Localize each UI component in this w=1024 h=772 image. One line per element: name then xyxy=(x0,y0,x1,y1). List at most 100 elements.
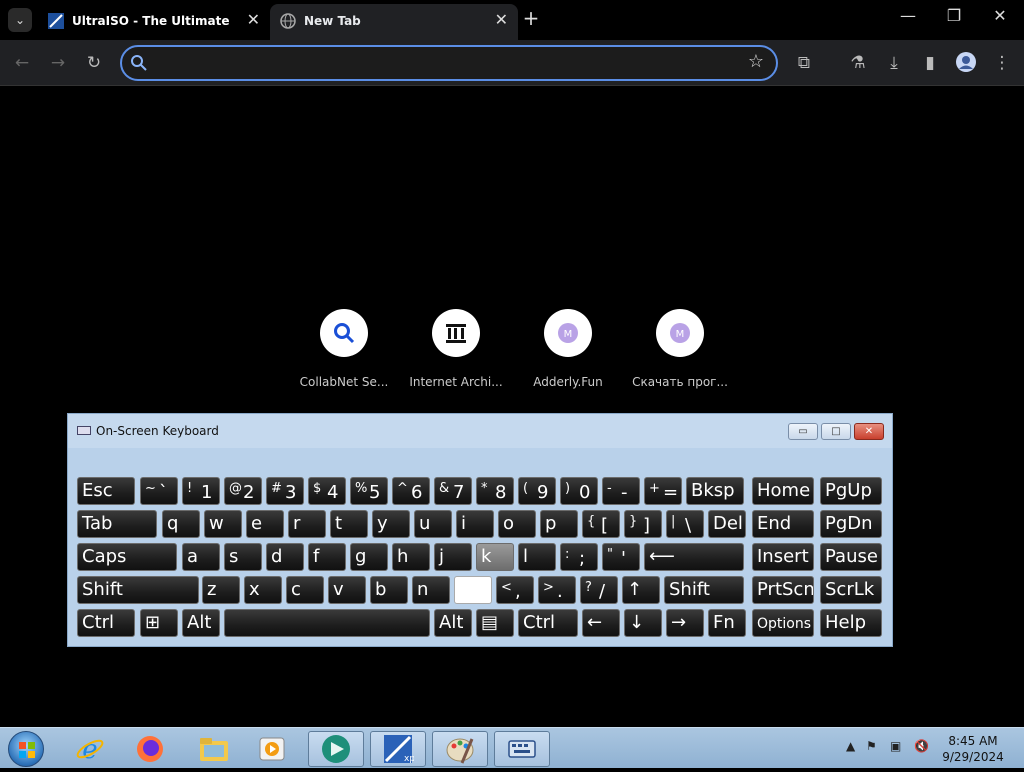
key-a[interactable]: a xyxy=(182,543,220,571)
key-x[interactable]: x xyxy=(244,576,282,604)
close-icon[interactable]: ✕ xyxy=(247,10,260,29)
key-[interactable]: ▤ xyxy=(476,609,514,637)
key-6[interactable]: ^ 6 xyxy=(392,477,430,505)
key-bksp[interactable]: Bksp xyxy=(686,477,744,505)
key-d[interactable]: d xyxy=(266,543,304,571)
menu-icon[interactable]: ⋮ xyxy=(990,51,1014,75)
paint-icon[interactable] xyxy=(432,731,488,767)
key-n[interactable]: n xyxy=(412,576,450,604)
minimize-button[interactable]: — xyxy=(888,6,928,25)
key-4[interactable]: $4 xyxy=(308,477,346,505)
key-esc[interactable]: Esc xyxy=(77,477,135,505)
key-l[interactable]: l xyxy=(518,543,556,571)
download-icon[interactable]: ⤓ xyxy=(882,51,906,75)
flag-icon[interactable]: ⚑ xyxy=(866,739,877,753)
key-f[interactable]: f xyxy=(308,543,346,571)
key-[interactable]: ↓ xyxy=(624,609,662,637)
key-options[interactable]: Options xyxy=(752,609,814,637)
key-pgdn[interactable]: PgDn xyxy=(820,510,882,538)
key-[interactable]: }] xyxy=(624,510,662,538)
key-[interactable]: → xyxy=(666,609,704,637)
key-shift[interactable]: Shift xyxy=(77,576,199,604)
shortcut-internet-archive[interactable]: Internet Archi... xyxy=(400,309,512,389)
close-window-button[interactable]: ✕ xyxy=(980,6,1020,25)
key-s[interactable]: s xyxy=(224,543,262,571)
app-icon[interactable] xyxy=(308,731,364,767)
forward-icon[interactable]: → xyxy=(46,51,70,75)
key-[interactable]: ~ ` xyxy=(140,477,178,505)
ie-icon[interactable]: e xyxy=(62,731,118,767)
key-v[interactable]: v xyxy=(328,576,366,604)
tab-search-button[interactable]: ⌄ xyxy=(8,8,32,32)
key-scrlk[interactable]: ScrLk xyxy=(820,576,882,604)
key-2[interactable]: @2 xyxy=(224,477,262,505)
key-space[interactable] xyxy=(224,609,430,637)
start-button[interactable] xyxy=(8,731,44,767)
clock[interactable]: 8:45 AM 9/29/2024 xyxy=(940,733,1006,765)
key-fn[interactable]: Fn xyxy=(708,609,746,637)
key-caps[interactable]: Caps xyxy=(77,543,177,571)
key-tab[interactable]: Tab xyxy=(77,510,157,538)
key-1[interactable]: ! 1 xyxy=(182,477,220,505)
key-q[interactable]: q xyxy=(162,510,200,538)
labs-icon[interactable]: ⚗ xyxy=(846,51,870,75)
sidepanel-icon[interactable]: ▮ xyxy=(918,51,942,75)
key-z[interactable]: z xyxy=(202,576,240,604)
key-[interactable]: -- xyxy=(602,477,640,505)
key-5[interactable]: % 5 xyxy=(350,477,388,505)
key-[interactable]: {[ xyxy=(582,510,620,538)
key-insert[interactable]: Insert xyxy=(752,543,814,571)
osk-close-button[interactable]: ✕ xyxy=(854,423,884,440)
key-y[interactable]: y xyxy=(372,510,410,538)
osk-titlebar[interactable]: On-Screen Keyboard ▭ □ ✕ xyxy=(68,414,892,448)
key-ctrl[interactable]: Ctrl xyxy=(77,609,135,637)
key-7[interactable]: & 7 xyxy=(434,477,472,505)
key-9[interactable]: (9 xyxy=(518,477,556,505)
vmware-icon[interactable]: xp xyxy=(370,731,426,767)
key-home[interactable]: Home xyxy=(752,477,814,505)
close-icon[interactable]: ✕ xyxy=(495,10,508,29)
profile-icon[interactable] xyxy=(954,51,978,75)
key-[interactable]: | \ xyxy=(666,510,704,538)
volume-muted-icon[interactable]: 🔇 xyxy=(914,739,929,753)
key-[interactable]: :; xyxy=(560,543,598,571)
key-k[interactable]: k xyxy=(476,543,514,571)
back-icon[interactable]: ← xyxy=(10,51,34,75)
keyboard-icon[interactable] xyxy=(494,731,550,767)
key-prtscn[interactable]: PrtScn xyxy=(752,576,814,604)
tab-ultraiso[interactable]: UltraISO - The Ultimate ISO CD ✕ xyxy=(38,4,270,40)
key-pgup[interactable]: PgUp xyxy=(820,477,882,505)
key-e[interactable]: e xyxy=(246,510,284,538)
shortcut-adderly[interactable]: M Adderly.Fun xyxy=(512,309,624,389)
star-icon[interactable]: ☆ xyxy=(748,51,764,72)
key-end[interactable]: End xyxy=(752,510,814,538)
key-j[interactable]: j xyxy=(434,543,472,571)
key-[interactable]: ? / xyxy=(580,576,618,604)
key-space[interactable] xyxy=(454,576,492,604)
key-g[interactable]: g xyxy=(350,543,388,571)
show-hidden-icons-icon[interactable]: ▲ xyxy=(846,739,855,753)
key-p[interactable]: p xyxy=(540,510,578,538)
key-r[interactable]: r xyxy=(288,510,326,538)
key-[interactable]: >. xyxy=(538,576,576,604)
shortcut-download[interactable]: M Скачать прог... xyxy=(624,309,736,389)
osk-maximize-button[interactable]: □ xyxy=(821,423,851,440)
key-pause[interactable]: Pause xyxy=(820,543,882,571)
key-[interactable]: ↑ xyxy=(622,576,660,604)
key-alt[interactable]: Alt xyxy=(182,609,220,637)
key-[interactable]: ⊞ xyxy=(140,609,178,637)
key-[interactable]: ⟵ xyxy=(644,543,744,571)
key-w[interactable]: w xyxy=(204,510,242,538)
network-icon[interactable]: ▣ xyxy=(890,739,901,753)
key-0[interactable]: ) 0 xyxy=(560,477,598,505)
key-[interactable]: ← xyxy=(582,609,620,637)
key-b[interactable]: b xyxy=(370,576,408,604)
omnibox[interactable]: ☆ xyxy=(120,45,778,81)
key-h[interactable]: h xyxy=(392,543,430,571)
shortcut-collabnet[interactable]: CollabNet Se... xyxy=(288,309,400,389)
new-tab-button[interactable]: + xyxy=(520,7,542,29)
key-help[interactable]: Help xyxy=(820,609,882,637)
key-3[interactable]: #3 xyxy=(266,477,304,505)
reload-icon[interactable]: ↻ xyxy=(82,51,106,75)
key-alt[interactable]: Alt xyxy=(434,609,472,637)
